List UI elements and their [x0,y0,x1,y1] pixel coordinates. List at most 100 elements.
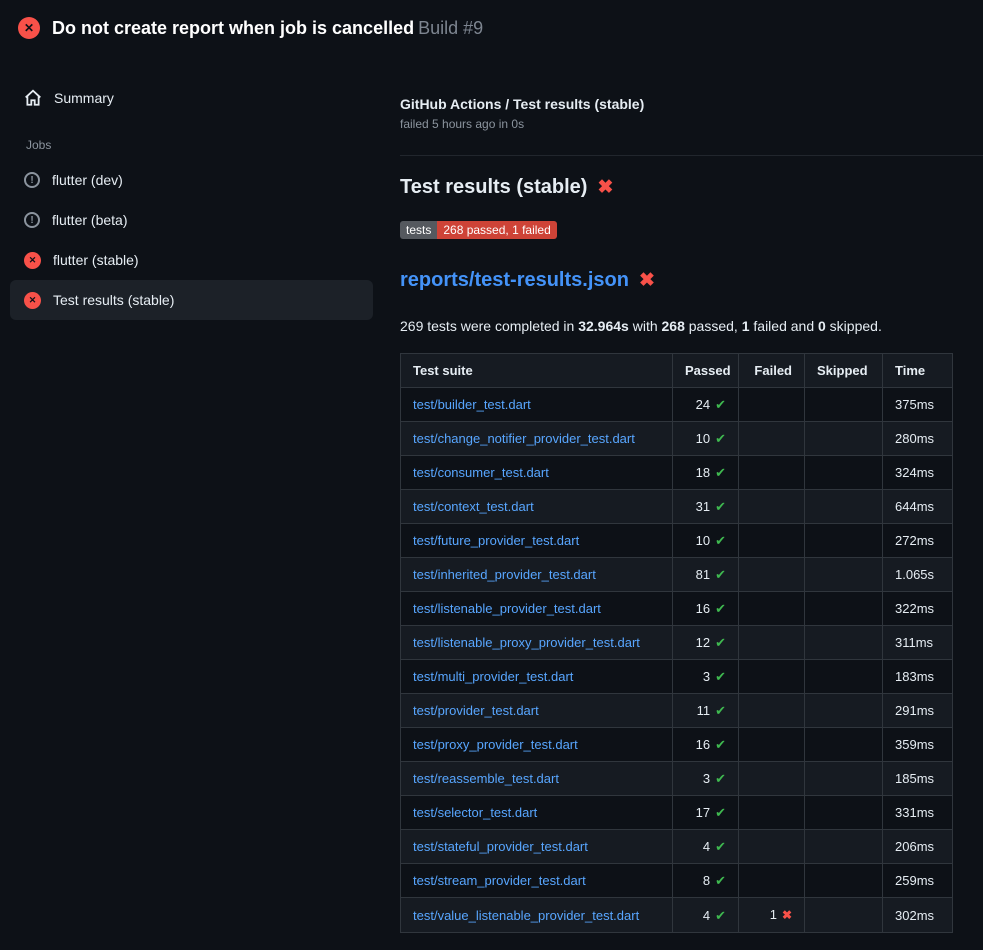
failed-cell: ✖ [739,796,805,830]
test-suite-cell: test/provider_test.dart [401,694,673,728]
test-suite-link[interactable]: test/builder_test.dart [413,397,531,412]
time-cell: 272ms [883,524,953,558]
results-table: Test suite Passed Failed Skipped Time te… [400,353,953,933]
passed-count: 3 [703,669,710,684]
passed-cell: 3✔ [673,660,739,694]
test-suite-link[interactable]: test/reassemble_test.dart [413,771,559,786]
table-row: test/change_notifier_provider_test.dart … [401,422,953,456]
passed-count: 24 [696,397,710,412]
failed-cell: ✖ [739,490,805,524]
summary-text: 269 tests were completed in [400,318,578,334]
time-cell: 331ms [883,796,953,830]
test-suite-link[interactable]: test/provider_test.dart [413,703,539,718]
time-cell: 206ms [883,830,953,864]
sidebar-item-flutter-dev[interactable]: ! flutter (dev) [10,160,373,200]
failed-status-icon: ✕ [24,292,41,309]
sidebar-item-summary[interactable]: Summary [10,78,373,118]
check-icon: ✔ [715,465,726,480]
test-suite-cell: test/inherited_provider_test.dart [401,558,673,592]
check-icon: ✔ [715,499,726,514]
passed-cell: 4✔ [673,830,739,864]
test-suite-link[interactable]: test/stateful_provider_test.dart [413,839,588,854]
passed-count: 8 [703,873,710,888]
test-suite-cell: test/stream_provider_test.dart [401,864,673,898]
test-suite-link[interactable]: test/future_provider_test.dart [413,533,579,548]
skipped-cell [805,796,883,830]
skipped-cell [805,898,883,933]
failed-count: 1 [770,907,777,922]
test-suite-cell: test/future_provider_test.dart [401,524,673,558]
x-icon: ✖ [782,908,792,922]
skipped-cell [805,490,883,524]
sidebar-item-test-results-stable[interactable]: ✕ Test results (stable) [10,280,373,320]
time-cell: 259ms [883,864,953,898]
passed-count: 10 [696,431,710,446]
table-row: test/consumer_test.dart 18✔ ✖ 324ms [401,456,953,490]
time-cell: 322ms [883,592,953,626]
passed-count: 10 [696,533,710,548]
test-suite-cell: test/reassemble_test.dart [401,762,673,796]
summary-failed-count: 1 [742,318,750,334]
column-header-skipped: Skipped [805,354,883,388]
test-suite-link[interactable]: test/listenable_proxy_provider_test.dart [413,635,640,650]
summary-text: failed and [750,318,819,334]
check-icon: ✔ [715,805,726,820]
sidebar-item-flutter-stable[interactable]: ✕ flutter (stable) [10,240,373,280]
test-suite-link[interactable]: test/inherited_provider_test.dart [413,567,596,582]
passed-count: 4 [703,839,710,854]
skipped-cell [805,728,883,762]
topbar: ✕ Do not create report when job is cance… [0,0,983,56]
table-row: test/listenable_provider_test.dart 16✔ ✖… [401,592,953,626]
results-table-body: test/builder_test.dart 24✔ ✖ 375ms test/… [401,388,953,933]
summary-text: skipped. [826,318,882,334]
check-icon: ✔ [715,771,726,786]
passed-cell: 3✔ [673,762,739,796]
sidebar-item-flutter-beta[interactable]: ! flutter (beta) [10,200,373,240]
test-suite-link[interactable]: test/consumer_test.dart [413,465,549,480]
failed-cell: ✖ [739,558,805,592]
test-suite-link[interactable]: test/proxy_provider_test.dart [413,737,578,752]
time-cell: 183ms [883,660,953,694]
check-icon: ✔ [715,669,726,684]
passed-cell: 10✔ [673,422,739,456]
table-row: test/future_provider_test.dart 10✔ ✖ 272… [401,524,953,558]
jobs-section-label: Jobs [26,138,373,152]
test-suite-link[interactable]: test/stream_provider_test.dart [413,873,586,888]
passed-cell: 18✔ [673,456,739,490]
test-suite-cell: test/multi_provider_test.dart [401,660,673,694]
section-heading: Test results (stable) ✖ [400,176,983,199]
table-row: test/proxy_provider_test.dart 16✔ ✖ 359m… [401,728,953,762]
failed-cell: ✖ [739,762,805,796]
skipped-cell [805,626,883,660]
check-icon: ✔ [715,737,726,752]
time-cell: 311ms [883,626,953,660]
failed-cell: ✖ [739,864,805,898]
test-suite-link[interactable]: test/change_notifier_provider_test.dart [413,431,635,446]
time-cell: 1.065s [883,558,953,592]
table-row: test/multi_provider_test.dart 3✔ ✖ 183ms [401,660,953,694]
passed-cell: 16✔ [673,592,739,626]
run-meta: failed 5 hours ago in 0s [400,117,983,131]
home-icon [24,89,42,107]
column-header-passed: Passed [673,354,739,388]
test-suite-link[interactable]: test/listenable_provider_test.dart [413,601,601,616]
test-suite-link[interactable]: test/multi_provider_test.dart [413,669,573,684]
passed-count: 12 [696,635,710,650]
passed-cell: 17✔ [673,796,739,830]
test-suite-link[interactable]: test/value_listenable_provider_test.dart [413,908,639,923]
divider [400,155,983,156]
passed-cell: 24✔ [673,388,739,422]
main-content: GitHub Actions / Test results (stable) f… [383,56,983,933]
passed-cell: 81✔ [673,558,739,592]
test-suite-link[interactable]: test/selector_test.dart [413,805,537,820]
failed-cell: ✖ [739,830,805,864]
table-header-row: Test suite Passed Failed Skipped Time [401,354,953,388]
skipped-cell [805,694,883,728]
table-row: test/reassemble_test.dart 3✔ ✖ 185ms [401,762,953,796]
check-icon: ✔ [715,567,726,582]
report-file-link[interactable]: reports/test-results.json [400,269,629,292]
skipped-cell [805,830,883,864]
test-suite-cell: test/selector_test.dart [401,796,673,830]
test-suite-link[interactable]: test/context_test.dart [413,499,534,514]
table-row: test/stream_provider_test.dart 8✔ ✖ 259m… [401,864,953,898]
